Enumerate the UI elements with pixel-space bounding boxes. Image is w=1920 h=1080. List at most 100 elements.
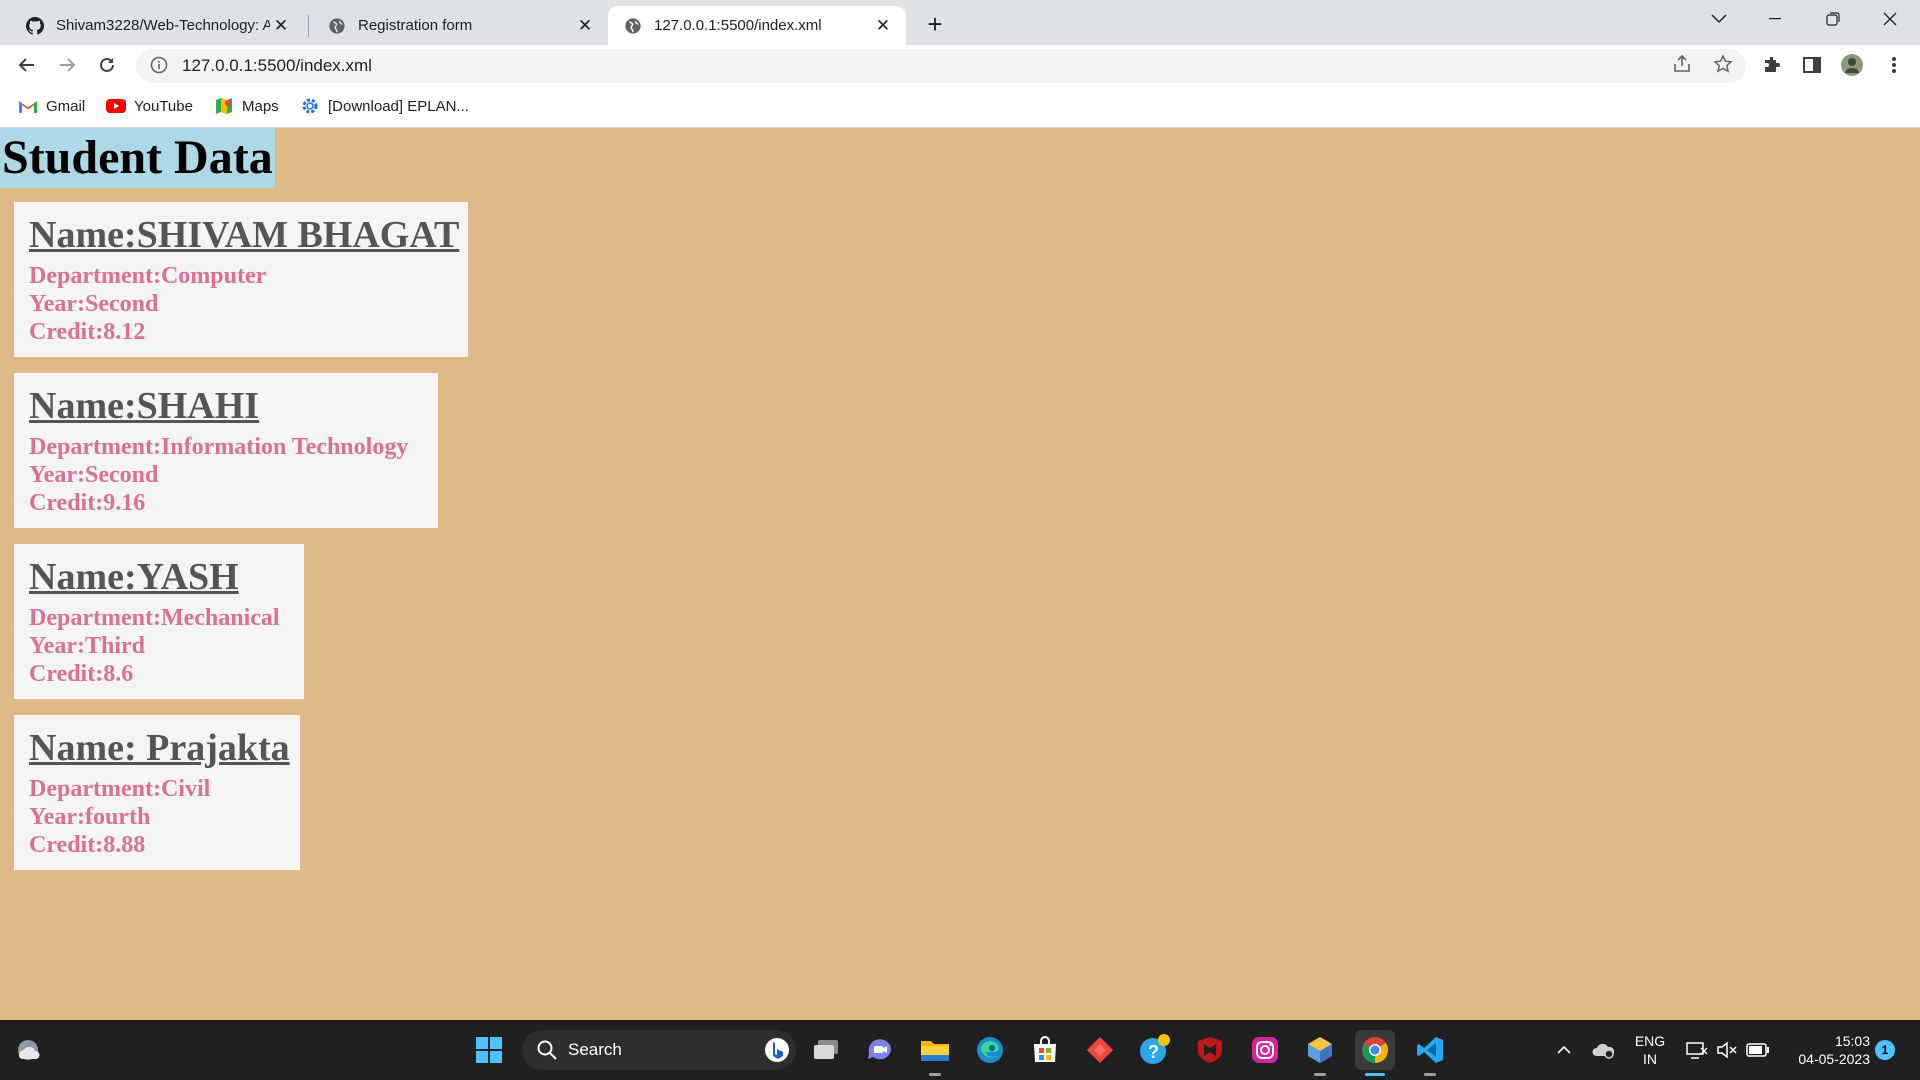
gear-icon xyxy=(300,97,320,115)
student-year: Year:Third xyxy=(29,633,145,659)
extensions-puzzle-icon[interactable] xyxy=(1760,53,1784,77)
bing-icon xyxy=(764,1037,790,1063)
mcafee-icon[interactable] xyxy=(1190,1030,1230,1070)
tab-close-icon[interactable]: ✕ xyxy=(872,15,894,37)
search-label: Search xyxy=(568,1040,622,1059)
browser-toolbar: 127.0.0.1:5500/index.xml xyxy=(0,45,1920,85)
chrome-menu-icon[interactable] xyxy=(1882,53,1906,77)
language-code: ENG xyxy=(1634,1033,1666,1049)
student-name: Name: Prajakta xyxy=(29,727,290,769)
address-bar[interactable]: 127.0.0.1:5500/index.xml xyxy=(136,49,1746,83)
maps-icon xyxy=(214,97,234,115)
tab-github[interactable]: Shivam3228/Web-Technology: A ✕ xyxy=(10,6,304,45)
onedrive-cloud-icon[interactable] xyxy=(1590,1036,1618,1064)
svg-text:?: ? xyxy=(1148,1042,1159,1062)
student-year: Year:Second xyxy=(29,462,159,488)
student-credit: Credit:9.16 xyxy=(29,490,146,516)
side-panel-icon[interactable] xyxy=(1800,53,1824,77)
youtube-icon xyxy=(106,97,126,115)
gmail-icon xyxy=(18,97,38,115)
file-explorer-icon[interactable] xyxy=(915,1030,955,1076)
tab-close-icon[interactable]: ✕ xyxy=(574,15,596,37)
student-credit: Credit:8.6 xyxy=(29,661,134,687)
running-indicator xyxy=(929,1073,941,1076)
microsoft-store-icon[interactable] xyxy=(1025,1030,1065,1070)
region-code: IN xyxy=(1643,1051,1657,1067)
restore-button[interactable] xyxy=(1805,0,1861,38)
bookmark-gmail[interactable]: Gmail xyxy=(18,95,85,117)
tab-separator xyxy=(308,15,309,37)
windows-taskbar: Search ? ENG IN 15:03 04-05-2023 1 xyxy=(0,1020,1920,1080)
teams-chat-icon[interactable] xyxy=(860,1030,900,1070)
search-icon xyxy=(536,1039,558,1061)
profile-avatar[interactable] xyxy=(1840,53,1864,77)
vscode-icon[interactable] xyxy=(1410,1030,1450,1076)
site-info-icon[interactable] xyxy=(150,56,170,76)
bookmark-label: Maps xyxy=(242,97,279,115)
tab-search-chevron-icon[interactable] xyxy=(1691,0,1747,38)
edge-browser-icon[interactable] xyxy=(970,1030,1010,1070)
reload-button[interactable] xyxy=(91,49,123,81)
globe-icon xyxy=(624,17,642,35)
back-button[interactable] xyxy=(11,49,43,81)
instagram-icon[interactable] xyxy=(1245,1030,1285,1070)
student-department: Department:Computer xyxy=(29,263,267,289)
student-card: Name:YASH Department:Mechanical Year:Thi… xyxy=(14,544,304,699)
student-department: Department:Information Technology xyxy=(29,434,409,460)
minimize-button[interactable] xyxy=(1747,0,1803,38)
clock-date: 04-05-2023 xyxy=(1798,1051,1870,1067)
weather-widget-icon[interactable] xyxy=(8,1030,48,1070)
tab-strip: Shivam3228/Web-Technology: A ✕ Registrat… xyxy=(0,0,1920,45)
new-tab-button[interactable]: + xyxy=(920,9,950,39)
clock-time: 15:03 xyxy=(1834,1033,1870,1049)
show-hidden-icons-chevron-icon[interactable] xyxy=(1552,1036,1576,1064)
student-year: Year:fourth xyxy=(29,804,151,830)
taskbar-search-box[interactable]: Search xyxy=(522,1030,796,1070)
bookmark-eplan[interactable]: [Download] EPLAN... xyxy=(300,95,469,117)
bookmarks-bar: Gmail YouTube Maps [Download] EPLAN... xyxy=(0,85,1920,128)
page-title: Student Data xyxy=(0,128,275,188)
anydesk-icon[interactable] xyxy=(1080,1030,1120,1070)
task-view-icon[interactable] xyxy=(806,1030,846,1070)
share-icon[interactable] xyxy=(1671,53,1693,75)
network-icon[interactable] xyxy=(1684,1036,1710,1064)
hexagon-app-icon[interactable] xyxy=(1300,1030,1340,1076)
forward-button[interactable] xyxy=(51,49,83,81)
bookmark-maps[interactable]: Maps xyxy=(214,95,279,117)
tab-index-xml[interactable]: 127.0.0.1:5500/index.xml ✕ xyxy=(608,6,906,45)
student-card: Name: Prajakta Department:Civil Year:fou… xyxy=(14,715,300,870)
language-indicator[interactable]: ENG IN xyxy=(1628,1032,1672,1068)
get-help-icon[interactable]: ? xyxy=(1135,1030,1175,1070)
close-window-button[interactable] xyxy=(1862,0,1918,38)
notification-badge[interactable]: 1 xyxy=(1875,1040,1895,1060)
tab-close-icon[interactable]: ✕ xyxy=(270,15,292,37)
globe-icon xyxy=(328,17,346,35)
student-name: Name:SHIVAM BHAGAT xyxy=(29,214,460,256)
tab-registration-form[interactable]: Registration form ✕ xyxy=(312,6,608,45)
running-indicator xyxy=(1314,1073,1326,1076)
bookmark-label: Gmail xyxy=(46,97,86,115)
chrome-browser-icon[interactable] xyxy=(1355,1030,1395,1076)
student-card: Name:SHAHI Department:Information Techno… xyxy=(14,373,438,528)
student-credit: Credit:8.88 xyxy=(29,832,146,858)
start-button[interactable] xyxy=(469,1030,509,1070)
student-card: Name:SHIVAM BHAGAT Department:Computer Y… xyxy=(14,202,468,357)
page-viewport: Student Data Name:SHIVAM BHAGAT Departme… xyxy=(0,128,1920,1020)
student-year: Year:Second xyxy=(29,291,159,317)
url-text: 127.0.0.1:5500/index.xml xyxy=(182,56,372,75)
bookmark-star-icon[interactable] xyxy=(1712,53,1734,75)
system-clock[interactable]: 15:03 04-05-2023 xyxy=(1780,1032,1870,1068)
tab-title: Shivam3228/Web-Technology: A xyxy=(56,17,270,34)
student-department: Department:Mechanical xyxy=(29,605,280,631)
student-name: Name:YASH xyxy=(29,556,239,598)
battery-icon[interactable] xyxy=(1744,1036,1772,1064)
tab-title: 127.0.0.1:5500/index.xml xyxy=(654,17,822,34)
bookmark-label: YouTube xyxy=(134,97,193,115)
running-indicator xyxy=(1365,1073,1385,1076)
running-indicator xyxy=(1424,1073,1436,1076)
volume-muted-icon[interactable] xyxy=(1714,1036,1740,1064)
student-name: Name:SHAHI xyxy=(29,385,260,427)
bookmark-youtube[interactable]: YouTube xyxy=(106,95,193,117)
tab-title: Registration form xyxy=(358,17,473,34)
student-department: Department:Civil xyxy=(29,776,211,802)
